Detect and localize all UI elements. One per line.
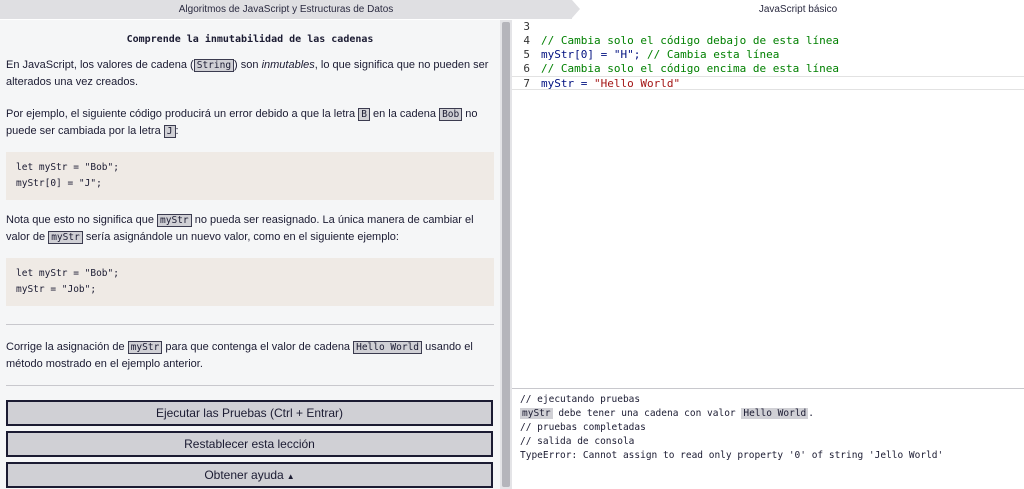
text: Por ejemplo, el siguiente código produci… [6, 108, 359, 120]
lesson-instructions: Corrige la asignación de myStr para que … [6, 339, 494, 373]
console-line: // pruebas completadas [520, 422, 646, 433]
line-number: 6 [523, 62, 530, 75]
text: Corrige la asignación de [6, 341, 128, 353]
breadcrumb-superblock-label: Algoritmos de JavaScript y Estructuras d… [178, 4, 394, 15]
line-content[interactable]: // Cambia solo el código debajo de esta … [530, 34, 839, 48]
breadcrumb-superblock[interactable]: Algoritmos de JavaScript y Estructuras d… [0, 0, 580, 19]
line-number: 3 [523, 20, 530, 33]
console-error: TypeError: Cannot assign to read only pr… [520, 450, 944, 461]
code-line: let myStr = "Bob"; [16, 162, 119, 173]
lesson-scrollbar[interactable] [502, 22, 510, 487]
code-line: let myStr = "Bob"; [16, 268, 119, 279]
inline-code: Hello World [741, 408, 809, 419]
code-editor[interactable]: 3 4 // Cambia solo el código debajo de e… [512, 20, 1024, 388]
code-example-1: let myStr = "Bob"; myStr[0] = "J"; [6, 152, 494, 200]
code-line: myStr = "Job"; [16, 284, 97, 295]
breadcrumb-block[interactable]: JavaScript básico [572, 0, 1024, 19]
line-content[interactable] [530, 20, 541, 34]
line-number: 7 [523, 77, 530, 90]
breadcrumb-block-label: JavaScript básico [758, 4, 838, 15]
line-number: 5 [523, 48, 530, 61]
string-token: "Hello World" [593, 77, 681, 90]
editor-line[interactable]: 6 // Cambia solo el código encima de est… [512, 62, 1024, 76]
text: sería asignándole un nuevo valor, como e… [82, 231, 399, 243]
inline-code: myStr [48, 231, 83, 244]
text: en la cadena [369, 108, 440, 120]
inline-code: myStr [520, 408, 553, 419]
text: ) son [234, 59, 262, 71]
line-content[interactable]: // Cambia solo el código encima de esta … [530, 62, 839, 76]
editor-line[interactable]: 5 myStr[0] = "H"; // Cambia esta línea [512, 48, 1024, 62]
divider [6, 324, 494, 325]
lesson-title: Comprende la inmutabilidad de las cadena… [126, 34, 374, 45]
editor-line[interactable]: 3 [512, 20, 1024, 34]
inline-code: myStr [157, 214, 192, 227]
reset-lesson-button[interactable]: Restablecer esta lección [6, 431, 493, 457]
inline-code: myStr [127, 341, 163, 354]
get-help-label: Obtener ayuda [204, 468, 284, 482]
inline-code: Hello World [353, 341, 423, 354]
inline-code: B [358, 108, 370, 121]
text: : [175, 125, 179, 137]
code-token: myStr[0] = "H"; [541, 48, 641, 61]
lesson-paragraph-3: Nota que esto no significa que myStr no … [6, 212, 494, 246]
console-line: // salida de consola [520, 436, 635, 447]
text: debe tener una cadena con valor [552, 408, 742, 419]
comment-token: // Cambia esta línea [640, 48, 780, 61]
run-tests-button[interactable]: Ejecutar las Pruebas (Ctrl + Entrar) [6, 400, 493, 426]
breadcrumb: Algoritmos de JavaScript y Estructuras d… [0, 0, 1024, 19]
lesson-paragraph-2: Por ejemplo, el siguiente código produci… [6, 106, 494, 140]
get-help-button[interactable]: Obtener ayuda ▲ [6, 462, 493, 488]
editor-line[interactable]: 4 // Cambia solo el código debajo de est… [512, 34, 1024, 48]
code-token: myStr = [541, 77, 594, 90]
line-number: 4 [523, 34, 530, 47]
inline-code: Bob [439, 108, 463, 121]
console-line: // ejecutando pruebas [520, 394, 641, 405]
inline-code: String [193, 59, 235, 72]
code-line: myStr[0] = "J"; [16, 178, 102, 189]
inline-code: J [163, 125, 176, 138]
text: En JavaScript, los valores de cadena ( [6, 59, 194, 71]
lesson-paragraph-1: En JavaScript, los valores de cadena (St… [6, 57, 494, 91]
line-content[interactable]: myStr[0] = "H"; // Cambia esta línea [530, 48, 779, 62]
editor-line-current[interactable]: 7 myStr = "Hello World" [512, 76, 1024, 90]
console-output: // ejecutando pruebas myStr debe tener u… [512, 388, 1024, 489]
lesson-panel: Comprende la inmutabilidad de las cadena… [0, 20, 500, 489]
text: . [808, 408, 815, 419]
caret-up-icon: ▲ [286, 472, 295, 481]
emphasis: inmutables [261, 59, 315, 71]
text: Nota que esto no significa que [6, 214, 158, 226]
console-line: myStr debe tener una cadena con valor He… [520, 407, 1016, 421]
line-content[interactable]: myStr = "Hello World" [530, 77, 681, 90]
text: para que contenga el valor de cadena [162, 341, 354, 353]
divider [6, 385, 494, 386]
code-example-2: let myStr = "Bob"; myStr = "Job"; [6, 258, 494, 306]
